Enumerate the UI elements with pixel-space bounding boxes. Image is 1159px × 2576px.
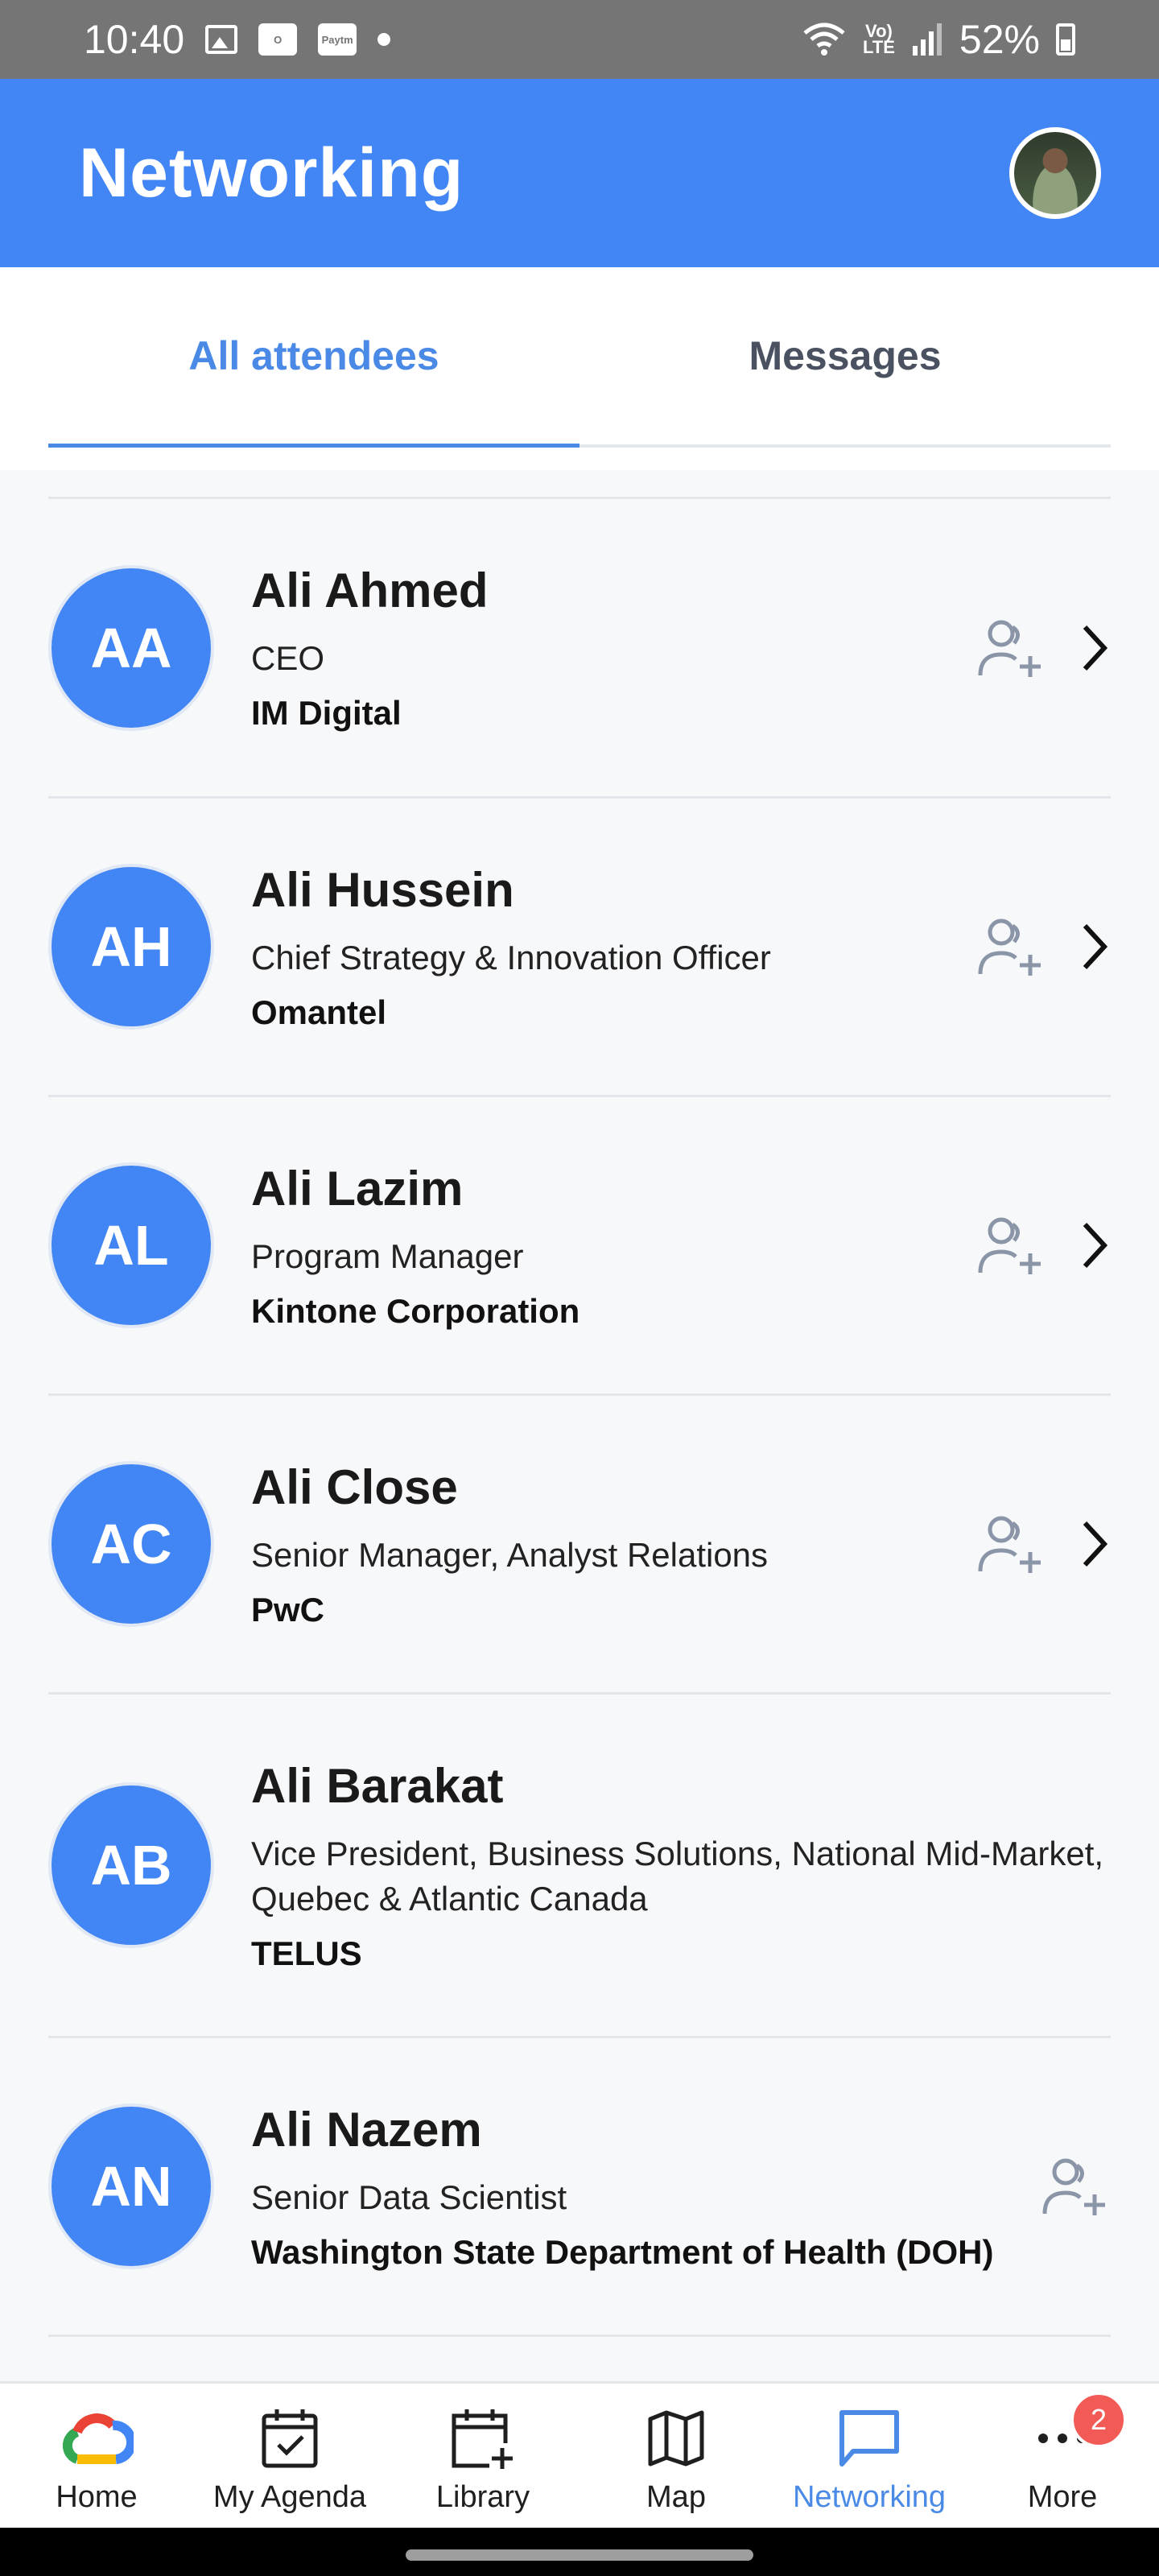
attendee-title: CEO (251, 639, 325, 677)
volte-icon: Vo) LTE (863, 21, 895, 57)
calendar-check-icon (261, 2405, 319, 2472)
nav-label: More (1027, 2480, 1098, 2514)
chevron-right-icon[interactable] (1079, 921, 1111, 972)
attendee-title: Program Manager (251, 1236, 524, 1275)
nav-label: My Agenda (212, 2480, 367, 2514)
nav-my-agenda[interactable]: My Agenda (193, 2384, 386, 2528)
attendee-row[interactable]: AN Ali Nazem Senior Data Scientist Washi… (48, 2038, 1111, 2337)
attendee-title: Vice President, Business Solutions, Nati… (251, 1834, 1104, 1918)
initials-avatar: AB (48, 1782, 214, 1948)
attendee-list: AA Ali Ahmed CEO IM Digital AH Ali Husse… (48, 470, 1111, 2337)
attendee-row[interactable]: AA Ali Ahmed CEO IM Digital (48, 499, 1111, 799)
tab-messages[interactable]: Messages (580, 267, 1111, 444)
attendee-name: Ali Close (251, 1459, 458, 1514)
profile-photo (1014, 132, 1096, 214)
divider (48, 470, 1111, 499)
initials-avatar: AN (48, 2103, 214, 2269)
paytm-icon: Paytm (318, 23, 357, 56)
avatar[interactable] (1009, 127, 1101, 219)
tab-all-attendees[interactable]: All attendees (48, 267, 580, 448)
chat-icon (839, 2405, 900, 2472)
nav-more[interactable]: More 2 (966, 2384, 1159, 2528)
attendee-row[interactable]: AH Ali Hussein Chief Strategy & Innovati… (48, 799, 1111, 1097)
bottom-navigation: Home My Agenda Library Map Networking Mo… (0, 2381, 1159, 2528)
calendar-add-icon (451, 2405, 515, 2472)
initials-avatar: AA (48, 564, 214, 731)
add-contact-icon[interactable] (974, 1213, 1046, 1278)
chevron-right-icon[interactable] (1079, 622, 1111, 674)
signal-icon (912, 23, 942, 56)
nav-networking[interactable]: Networking (773, 2384, 966, 2528)
notification-badge: 2 (1070, 2392, 1127, 2448)
initials-avatar: AC (48, 1461, 214, 1627)
gallery-icon (205, 25, 238, 54)
attendee-title: Senior Data Scientist (251, 2178, 567, 2216)
attendee-company: TELUS (251, 1934, 362, 1972)
nav-label: Home (56, 2480, 138, 2514)
attendee-name: Ali Lazim (251, 1161, 464, 1216)
attendee-name: Ali Nazem (251, 2102, 482, 2157)
attendee-row[interactable]: AL Ali Lazim Program Manager Kintone Cor… (48, 1097, 1111, 1396)
notification-dot-icon (377, 33, 391, 46)
attendee-row[interactable]: AB Ali Barakat Vice President, Business … (48, 1695, 1111, 2038)
nav-label: Networking (792, 2480, 947, 2514)
google-cloud-icon (60, 2405, 134, 2472)
add-contact-icon[interactable] (1038, 2154, 1111, 2219)
attendee-company: Omantel (251, 993, 387, 1031)
nav-label: Map (646, 2480, 706, 2514)
attendee-company: PwC (251, 1590, 325, 1629)
attendee-title: Chief Strategy & Innovation Officer (251, 938, 771, 976)
app-header: Networking (0, 79, 1159, 267)
attendee-row[interactable]: AC Ali Close Senior Manager, Analyst Rel… (48, 1396, 1111, 1695)
status-bar: 10:40 O Paytm Vo) LTE 52% (0, 0, 1159, 79)
nav-label: Library (435, 2480, 530, 2514)
tab-bar: All attendees Messages (48, 267, 1111, 448)
battery-percent: 52% (959, 17, 1040, 62)
wifi-icon (803, 23, 845, 56)
attendee-company: Kintone Corporation (251, 1291, 580, 1330)
battery-icon (1056, 23, 1075, 56)
chevron-right-icon[interactable] (1079, 1220, 1111, 1271)
initials-avatar: AL (48, 1162, 214, 1328)
nav-home[interactable]: Home (0, 2384, 193, 2528)
initials-avatar: AH (48, 864, 214, 1030)
attendee-name: Ali Barakat (251, 1758, 504, 1813)
nav-map[interactable]: Map (580, 2384, 773, 2528)
attendee-title: Senior Manager, Analyst Relations (251, 1535, 769, 1574)
gesture-handle[interactable] (406, 2549, 753, 2561)
status-time: 10:40 (84, 17, 185, 62)
nav-library[interactable]: Library (386, 2384, 580, 2528)
attendee-name: Ali Ahmed (251, 564, 489, 617)
map-icon (647, 2405, 705, 2472)
add-contact-icon[interactable] (974, 1512, 1046, 1576)
outlook-icon: O (258, 23, 298, 56)
add-contact-icon[interactable] (974, 616, 1046, 680)
attendee-company: IM Digital (251, 694, 402, 732)
add-contact-icon[interactable] (974, 914, 1046, 979)
chevron-right-icon[interactable] (1079, 1518, 1111, 1570)
attendee-company: Washington State Department of Health (D… (251, 2232, 994, 2271)
attendee-name: Ali Hussein (251, 862, 514, 917)
page-title: Networking (79, 134, 464, 212)
